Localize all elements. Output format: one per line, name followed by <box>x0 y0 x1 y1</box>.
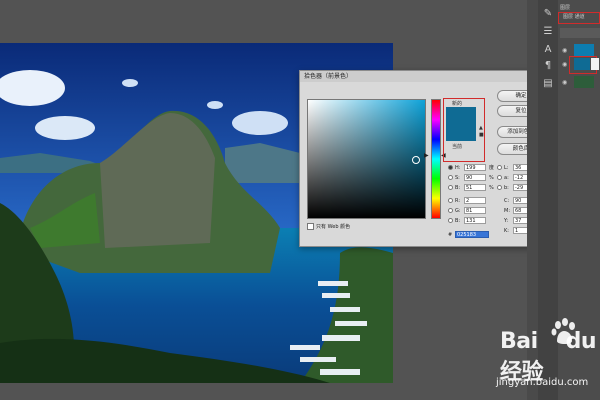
visibility-eye-icon[interactable]: ◉ <box>562 79 567 86</box>
hsb-s-row: S: 90 % <box>448 174 498 182</box>
layer-row-2[interactable]: ◉ <box>560 58 600 70</box>
layer-thumbnail <box>574 44 594 56</box>
hex-label: # <box>448 232 453 238</box>
radio-l[interactable] <box>497 165 502 170</box>
hue-input[interactable]: 199 <box>464 164 486 171</box>
web-only-checkbox[interactable] <box>307 223 314 230</box>
adjust-icon[interactable]: ☰ <box>542 26 554 38</box>
visibility-eye-icon[interactable]: ◉ <box>562 47 567 54</box>
radio-a[interactable] <box>497 175 502 180</box>
panel-toolbar-row <box>560 28 600 38</box>
layers-icon[interactable]: ▤ <box>542 78 554 90</box>
watermark-site: jingyan.baidu.com <box>496 377 589 388</box>
dialog-title-bar[interactable]: 拾色器（前景色） × <box>300 71 549 82</box>
radio-h[interactable] <box>448 165 453 170</box>
hex-input[interactable]: 025183 <box>455 231 489 238</box>
swatch-current-color[interactable] <box>446 124 476 141</box>
rgb-b-row: B: 131 <box>448 217 498 225</box>
visibility-eye-icon[interactable]: ◉ <box>562 61 567 68</box>
swatch-new-label: 新的 <box>452 101 463 107</box>
layers-panel-title: 图层 <box>560 5 571 11</box>
web-safe-icon[interactable]: ■ <box>479 133 484 138</box>
layer-row-1[interactable]: ◉ <box>560 44 600 56</box>
blue-input[interactable]: 131 <box>464 217 486 224</box>
fill-layer-thumbnail <box>574 58 590 70</box>
out-of-gamut-icon[interactable]: ▲ <box>479 126 484 131</box>
hue-slider[interactable] <box>431 99 441 219</box>
green-input[interactable]: 81 <box>464 207 486 214</box>
swatch-new-color <box>446 107 476 124</box>
swatch-current-label: 当前 <box>452 144 463 150</box>
paragraph-icon[interactable]: ¶ <box>542 60 554 72</box>
saturation-brightness-field[interactable] <box>307 99 426 219</box>
saturation-input[interactable]: 90 <box>464 174 486 181</box>
radio-g[interactable] <box>448 208 453 213</box>
radio-r[interactable] <box>448 198 453 203</box>
radio-lab-b[interactable] <box>497 185 502 190</box>
baidu-watermark: Bai du 经验 jingyan.baidu.com <box>472 315 600 400</box>
layer-mask-thumbnail <box>591 58 599 70</box>
text-icon[interactable]: A <box>542 44 554 56</box>
web-only-label: 只有 Web 颜色 <box>316 224 351 230</box>
dialog-title: 拾色器（前景色） <box>304 73 353 80</box>
brush-icon[interactable]: ✎ <box>542 8 554 20</box>
color-cursor-icon[interactable] <box>412 156 420 164</box>
radio-blue[interactable] <box>448 218 453 223</box>
radio-s[interactable] <box>448 175 453 180</box>
color-picker-dialog: 拾色器（前景色） × ▶ ◀ 新的 当前 ▲ ■ 确定 复位 添加到色板 颜色库… <box>299 70 550 247</box>
hue-slider-left-arrow-icon[interactable]: ▶ <box>424 153 430 159</box>
hsb-h-row: H: 199 度 <box>448 164 498 172</box>
web-only-checkbox-row[interactable]: 只有 Web 颜色 <box>307 223 350 230</box>
rgb-g-row: G: 81 <box>448 207 498 215</box>
hsb-b-row: B: 51 % <box>448 184 498 192</box>
radio-b[interactable] <box>448 185 453 190</box>
brightness-input[interactable]: 51 <box>464 184 486 191</box>
red-input[interactable]: 2 <box>464 197 486 204</box>
hex-row: # 025183 <box>448 231 489 239</box>
rgb-r-row: R: 2 <box>448 197 498 205</box>
layer-row-3[interactable]: ◉ <box>560 76 600 88</box>
blend-mode-label[interactable]: 图层 通道 <box>560 13 600 21</box>
photo-layer-thumbnail <box>574 76 594 88</box>
